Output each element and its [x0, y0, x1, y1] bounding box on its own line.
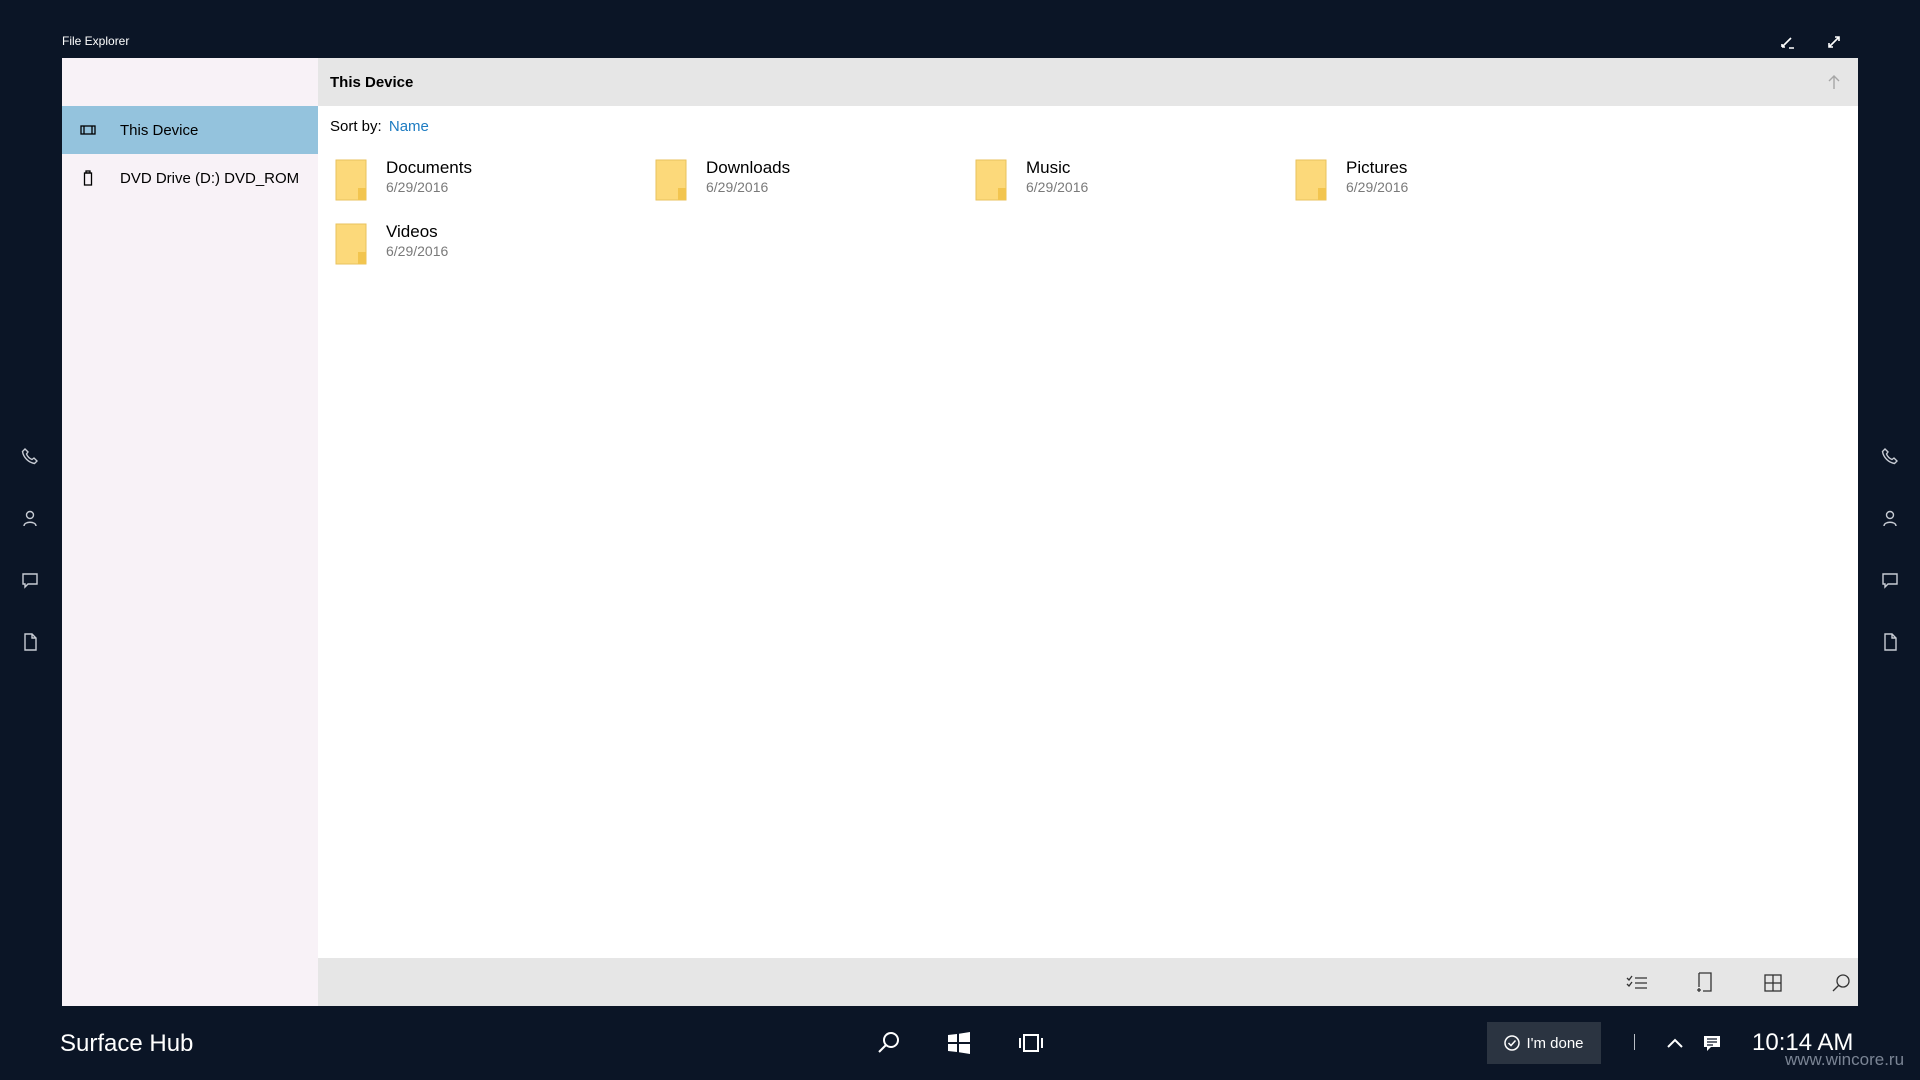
rail-call-button[interactable] [1860, 425, 1920, 487]
person-icon [23, 510, 37, 527]
fullscreen-button[interactable] [1820, 30, 1848, 54]
taskbar-separator [1634, 1034, 1635, 1050]
nav-item-dvd-drive[interactable]: DVD Drive (D:) DVD_ROM [62, 154, 318, 202]
item-date: 6/29/2016 [1346, 179, 1409, 195]
phone-icon [21, 448, 38, 465]
item-name: Pictures [1346, 158, 1408, 177]
task-view-icon [1019, 1034, 1043, 1052]
select-list-icon [1626, 975, 1647, 989]
folder-item[interactable]: Documents 6/29/2016 [334, 158, 634, 210]
item-name: Documents [386, 158, 472, 177]
hub-name: Surface Hub [60, 1030, 194, 1057]
expand-icon [1828, 36, 1840, 48]
search-icon [1832, 974, 1850, 992]
location-header: This Device [318, 58, 1858, 106]
message-icon [22, 573, 38, 589]
windows-icon [948, 1032, 970, 1054]
phone-icon [1881, 448, 1898, 465]
folder-icon [1295, 159, 1327, 201]
new-folder-button[interactable] [1692, 970, 1718, 996]
edit-button[interactable] [1773, 30, 1801, 54]
show-hidden-icons-button[interactable] [1657, 1028, 1693, 1058]
im-done-label: I'm done [1526, 1034, 1584, 1052]
nav-pane: This Device DVD Drive (D:) DVD_ROM [62, 58, 318, 1006]
select-button[interactable] [1624, 970, 1650, 996]
arrow-up-icon [1828, 75, 1840, 89]
action-center-button[interactable] [1694, 1028, 1730, 1058]
document-icon [1884, 633, 1897, 651]
im-done-button[interactable]: I'm done [1487, 1022, 1601, 1064]
nav-item-label: This Device [120, 121, 199, 139]
task-view-button[interactable] [1013, 1028, 1049, 1058]
folder-item[interactable]: Music 6/29/2016 [974, 158, 1274, 210]
folder-icon [975, 159, 1007, 201]
folder-item[interactable]: Videos 6/29/2016 [334, 222, 634, 274]
person-icon [1883, 510, 1897, 527]
message-icon [1882, 573, 1898, 589]
rail-people-button[interactable] [0, 487, 60, 549]
rail-message-button[interactable] [0, 549, 60, 611]
grid-view-button[interactable] [1760, 970, 1786, 996]
rail-message-button[interactable] [1860, 549, 1920, 611]
grid-view-icon [1764, 974, 1782, 992]
file-explorer-window: This Device DVD Drive (D:) DVD_ROM This … [62, 58, 1858, 1006]
sort-label: Sort by: [330, 118, 382, 135]
item-name: Music [1026, 158, 1071, 177]
sort-row: Sort by: Name [330, 118, 429, 135]
rail-call-button[interactable] [0, 425, 60, 487]
sort-dropdown[interactable]: Name [389, 118, 429, 135]
watermark: www.wincore.ru [1785, 1050, 1905, 1069]
nav-item-this-device[interactable]: This Device [62, 106, 318, 154]
folder-icon [655, 159, 687, 201]
item-name: Videos [386, 222, 438, 241]
search-button[interactable] [1828, 970, 1854, 996]
app-title: File Explorer [62, 34, 130, 48]
nav-item-label: DVD Drive (D:) DVD_ROM [120, 169, 300, 187]
search-icon [878, 1032, 899, 1053]
right-rail [1860, 425, 1920, 673]
start-button[interactable] [941, 1028, 977, 1058]
device-icon [77, 124, 99, 136]
content-pane: This Device Sort by: Name Documents 6/29… [318, 58, 1858, 1006]
notification-icon [1704, 1036, 1720, 1051]
folder-icon [335, 223, 367, 265]
item-date: 6/29/2016 [386, 243, 449, 259]
up-button[interactable] [1822, 70, 1846, 94]
taskbar-search-button[interactable] [871, 1028, 907, 1058]
item-date: 6/29/2016 [386, 179, 449, 195]
pen-icon [1781, 37, 1794, 49]
chevron-up-icon [1667, 1038, 1683, 1048]
item-date: 6/29/2016 [1026, 179, 1089, 195]
rail-people-button[interactable] [1860, 487, 1920, 549]
folder-item[interactable]: Pictures 6/29/2016 [1294, 158, 1594, 210]
rail-document-button[interactable] [1860, 611, 1920, 673]
left-rail [0, 425, 60, 673]
dvd-drive-icon [77, 170, 99, 186]
document-icon [24, 633, 37, 651]
page-title: This Device [330, 73, 414, 91]
new-folder-icon [1697, 972, 1712, 992]
command-bar: ··· [318, 958, 1858, 1006]
rail-document-button[interactable] [0, 611, 60, 673]
item-name: Downloads [706, 158, 791, 177]
check-circle-icon [1504, 1035, 1521, 1051]
folder-item[interactable]: Downloads 6/29/2016 [654, 158, 954, 210]
item-date: 6/29/2016 [706, 179, 769, 195]
folder-icon [335, 159, 367, 201]
